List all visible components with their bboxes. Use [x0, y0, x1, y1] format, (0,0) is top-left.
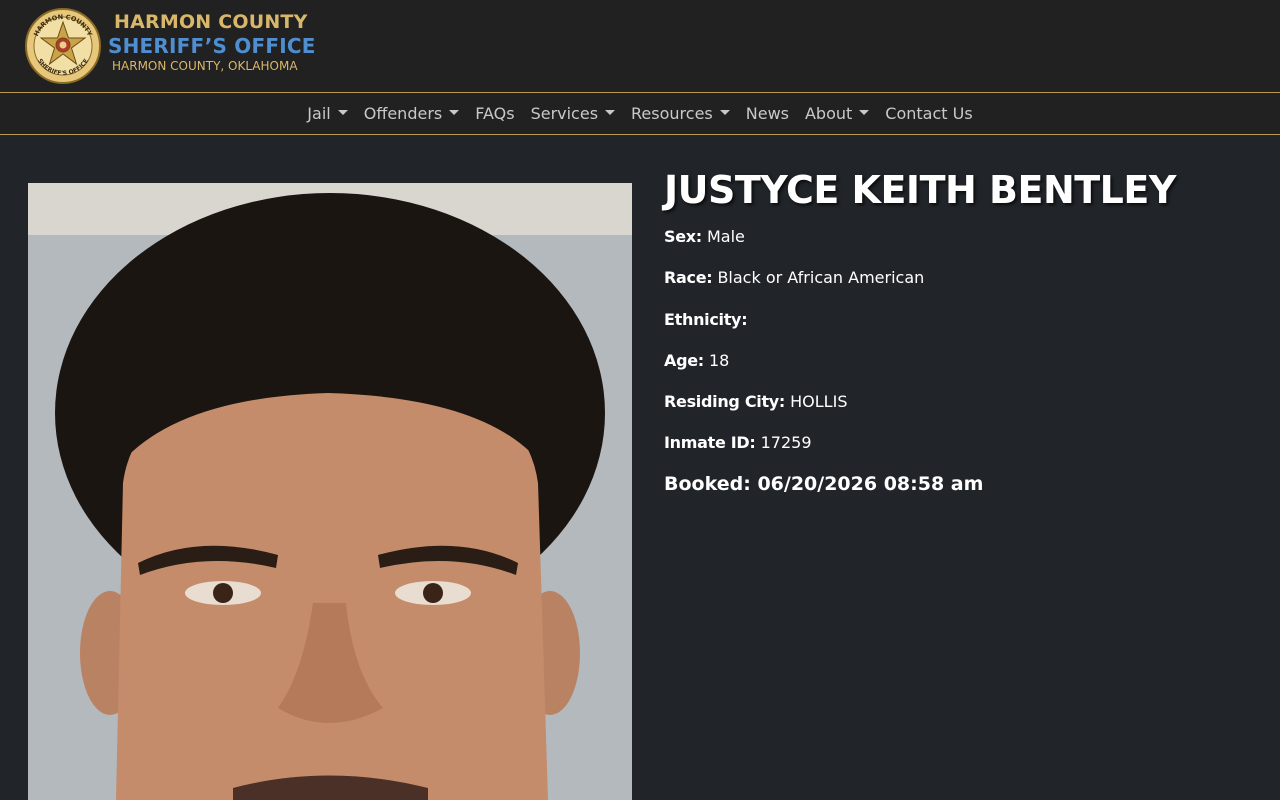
caret-down-icon — [859, 110, 870, 115]
field-inmate-id: Inmate ID: 17259 — [664, 433, 812, 452]
main-nav: Jail Offenders FAQs Services Resources N… — [0, 92, 1280, 135]
age-label: Age: — [664, 351, 704, 370]
nav-faqs-label: FAQs — [475, 104, 515, 123]
residing-city-label: Residing City: — [664, 392, 786, 411]
field-ethnicity: Ethnicity: — [664, 310, 748, 329]
caret-down-icon — [449, 110, 460, 115]
booked-value: 06/20/2026 08:58 am — [757, 473, 984, 495]
nav-about-label: About — [804, 104, 853, 123]
field-age: Age: 18 — [664, 351, 729, 370]
nav-news-label: News — [745, 104, 789, 123]
nav-faqs[interactable]: FAQs — [467, 104, 522, 123]
nav-jail[interactable]: Jail — [299, 104, 355, 123]
field-race: Race: Black or African American — [664, 268, 924, 287]
nav-services[interactable]: Services — [523, 104, 623, 123]
race-label: Race: — [664, 268, 713, 287]
site-header: HARMON COUNTY SHERIFF'S OFFICE HARMON CO… — [0, 0, 1280, 92]
caret-down-icon — [719, 110, 730, 115]
caret-down-icon — [605, 110, 616, 115]
inmate-name: JUSTYCE KEITH BENTLEY — [664, 168, 1176, 212]
age-value: 18 — [708, 351, 730, 370]
brand-location: HARMON COUNTY, OKLAHOMA — [112, 59, 298, 73]
inmate-id-value: 17259 — [760, 433, 812, 452]
nav-jail-label: Jail — [307, 104, 331, 123]
nav-news[interactable]: News — [738, 104, 797, 123]
nav-contact-us-label: Contact Us — [885, 104, 973, 123]
field-sex: Sex: Male — [664, 227, 745, 246]
brand-office-name: SHERIFF’S OFFICE — [108, 34, 316, 58]
home-logo-link[interactable]: HARMON COUNTY SHERIFF'S OFFICE HARMON CO… — [24, 7, 324, 85]
caret-down-icon — [337, 110, 348, 115]
nav-about[interactable]: About — [797, 104, 877, 123]
ethnicity-label: Ethnicity: — [664, 310, 748, 329]
brand-county-name: HARMON COUNTY — [114, 11, 308, 33]
nav-contact-us[interactable]: Contact Us — [877, 104, 980, 123]
nav-resources[interactable]: Resources — [623, 104, 738, 123]
nav-services-label: Services — [530, 104, 599, 123]
booked-label: Booked: — [664, 473, 751, 495]
nav-offenders[interactable]: Offenders — [356, 104, 468, 123]
sheriff-seal-icon: HARMON COUNTY SHERIFF'S OFFICE — [24, 7, 102, 85]
residing-city-value: HOLLIS — [790, 392, 848, 411]
sex-label: Sex: — [664, 227, 702, 246]
nav-offenders-label: Offenders — [363, 104, 443, 123]
nav-resources-label: Resources — [631, 104, 713, 123]
race-value: Black or African American — [717, 268, 925, 287]
field-booked: Booked: 06/20/2026 08:58 am — [664, 473, 983, 495]
sex-value: Male — [707, 227, 745, 246]
field-residing-city: Residing City: HOLLIS — [664, 392, 847, 411]
inmate-mugshot-photo — [28, 183, 632, 800]
inmate-id-label: Inmate ID: — [664, 433, 756, 452]
